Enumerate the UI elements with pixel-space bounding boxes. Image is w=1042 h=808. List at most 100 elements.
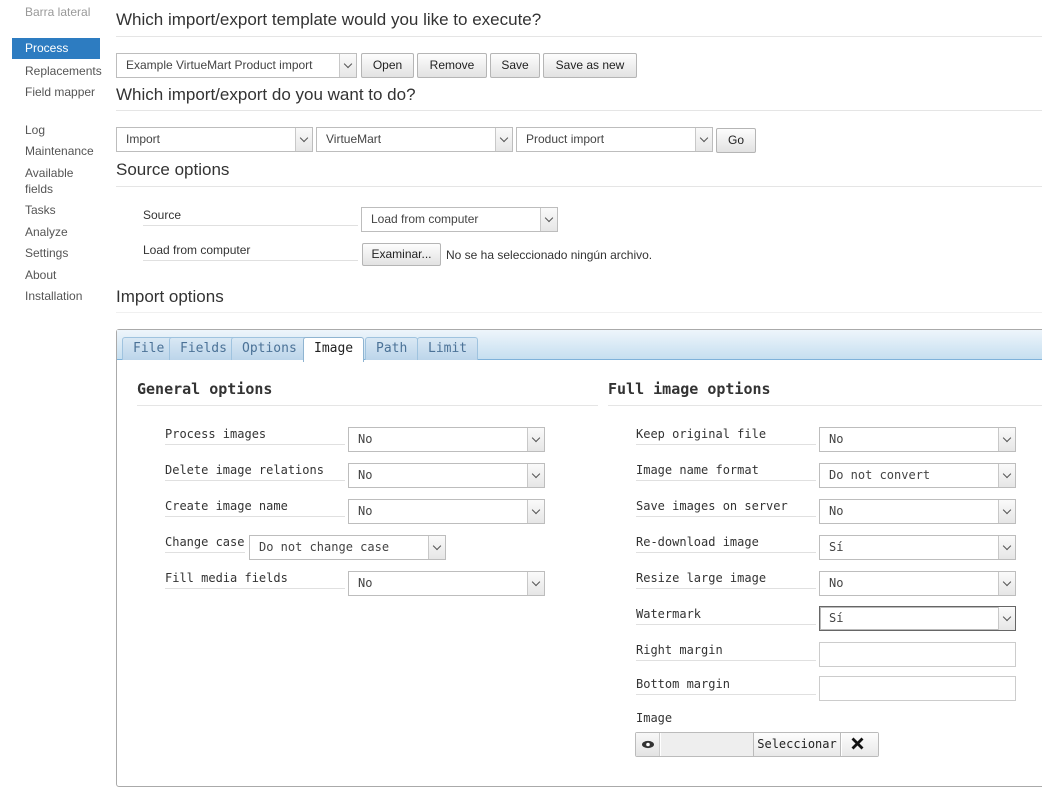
sidebar-item-tasks[interactable]: Tasks	[12, 202, 108, 218]
sidebar-title: Barra lateral	[25, 5, 91, 19]
change-case-value: Do not change case	[259, 540, 390, 554]
save-images-on-server-select[interactable]: No	[819, 499, 1016, 524]
sidebar-item-analyze[interactable]: Analyze	[12, 224, 108, 240]
chevron-down-icon	[998, 464, 1015, 487]
browse-button[interactable]: Examinar...	[362, 243, 441, 266]
save-button[interactable]: Save	[490, 53, 540, 78]
tab-fields[interactable]: Fields	[169, 337, 238, 360]
create-image-name-select[interactable]: No	[348, 499, 545, 524]
operation-type-select-value: Product import	[526, 132, 605, 146]
delete-image-relations-select[interactable]: No	[348, 463, 545, 488]
re-download-image-value: Sí	[829, 540, 844, 554]
divider	[116, 110, 1042, 111]
chevron-down-icon	[998, 536, 1015, 559]
sidebar-item-settings[interactable]: Settings	[12, 245, 108, 261]
chevron-down-icon	[295, 128, 312, 151]
sidebar-item-about[interactable]: About	[12, 267, 108, 283]
chevron-down-icon	[527, 500, 544, 523]
tab-limit[interactable]: Limit	[417, 337, 479, 360]
bottom-margin-input[interactable]	[819, 676, 1016, 701]
chevron-down-icon	[527, 428, 544, 451]
image-name-format-value: Do not convert	[829, 468, 931, 482]
component-select-value: VirtueMart	[326, 132, 382, 146]
template-select[interactable]: Example VirtueMart Product import	[116, 53, 357, 78]
import-options-heading: Import options	[116, 287, 224, 306]
image-path-input[interactable]	[661, 733, 753, 756]
action-select[interactable]: Import	[116, 127, 313, 152]
divider	[137, 405, 598, 406]
close-icon	[851, 737, 864, 750]
tab-image[interactable]: Image	[303, 337, 365, 362]
watermark-label: Watermark	[636, 607, 816, 625]
eye-icon[interactable]	[636, 733, 660, 756]
re-download-image-label: Re-download image	[636, 535, 816, 553]
load-from-computer-label: Load from computer	[143, 243, 358, 261]
fill-media-fields-label: Fill media fields	[165, 571, 345, 589]
go-button[interactable]: Go	[716, 128, 756, 153]
clear-image-button[interactable]	[842, 733, 878, 756]
image-name-format-label: Image name format	[636, 463, 816, 481]
create-image-name-label: Create image name	[165, 499, 345, 517]
chevron-down-icon	[998, 607, 1015, 630]
sidebar-item-process[interactable]: Process	[12, 38, 100, 59]
operation-type-select[interactable]: Product import	[516, 127, 713, 152]
watermark-value: Sí	[829, 611, 844, 625]
image-label: Image	[636, 711, 673, 725]
watermark-select[interactable]: Sí	[819, 606, 1016, 631]
component-select[interactable]: VirtueMart	[316, 127, 513, 152]
divider	[116, 186, 1042, 187]
sidebar-item-maintenance[interactable]: Maintenance	[12, 143, 108, 159]
chevron-down-icon	[998, 500, 1015, 523]
save-as-new-button[interactable]: Save as new	[543, 53, 637, 78]
source-select[interactable]: Load from computer	[361, 207, 558, 232]
template-heading: Which import/export template would you l…	[116, 10, 542, 29]
sidebar-item-available-fields[interactable]: Available fields	[12, 165, 92, 197]
keep-original-file-select[interactable]: No	[819, 427, 1016, 452]
sidebar-item-replacements[interactable]: Replacements	[12, 63, 108, 79]
bottom-margin-label: Bottom margin	[636, 677, 816, 695]
open-button[interactable]: Open	[361, 53, 414, 78]
chevron-down-icon	[495, 128, 512, 151]
divider	[608, 405, 1042, 406]
sidebar-item-log[interactable]: Log	[12, 122, 108, 138]
chevron-down-icon	[428, 536, 445, 559]
re-download-image-select[interactable]: Sí	[819, 535, 1016, 560]
right-margin-input[interactable]	[819, 642, 1016, 667]
fill-media-fields-select[interactable]: No	[348, 571, 545, 596]
template-select-value: Example VirtueMart Product import	[126, 58, 313, 72]
process-images-select[interactable]: No	[348, 427, 545, 452]
delete-image-relations-label: Delete image relations	[165, 463, 345, 481]
no-file-text: No se ha seleccionado ningún archivo.	[446, 248, 653, 262]
resize-large-image-label: Resize large image	[636, 571, 816, 589]
sidebar-item-field-mapper[interactable]: Field mapper	[12, 84, 97, 100]
chevron-down-icon	[540, 208, 557, 231]
chevron-down-icon	[339, 54, 356, 77]
process-images-label: Process images	[165, 427, 345, 445]
keep-original-file-label: Keep original file	[636, 427, 816, 445]
save-images-on-server-label: Save images on server	[636, 499, 816, 517]
tab-path[interactable]: Path	[365, 337, 419, 360]
action-select-value: Import	[126, 132, 161, 146]
chevron-down-icon	[527, 464, 544, 487]
resize-large-image-select[interactable]: No	[819, 571, 1016, 596]
sidebar-item-installation[interactable]: Installation	[12, 288, 108, 304]
image-name-format-select[interactable]: Do not convert	[819, 463, 1016, 488]
chevron-down-icon	[695, 128, 712, 151]
full-image-options-heading: Full image options	[608, 380, 771, 398]
change-case-label: Change case	[165, 535, 245, 553]
operation-heading: Which import/export do you want to do?	[116, 85, 416, 104]
tab-options[interactable]: Options	[231, 337, 308, 360]
create-image-name-value: No	[358, 504, 373, 518]
chevron-down-icon	[998, 428, 1015, 451]
seleccionar-button[interactable]: Seleccionar	[753, 733, 841, 756]
keep-original-file-value: No	[829, 432, 844, 446]
general-options-heading: General options	[137, 380, 273, 398]
change-case-select[interactable]: Do not change case	[249, 535, 446, 560]
right-margin-label: Right margin	[636, 643, 816, 661]
source-select-value: Load from computer	[371, 212, 479, 226]
remove-button[interactable]: Remove	[417, 53, 487, 78]
process-images-value: No	[358, 432, 373, 446]
source-heading: Source options	[116, 160, 230, 179]
divider	[116, 36, 1042, 37]
tab-file[interactable]: File	[122, 337, 176, 360]
